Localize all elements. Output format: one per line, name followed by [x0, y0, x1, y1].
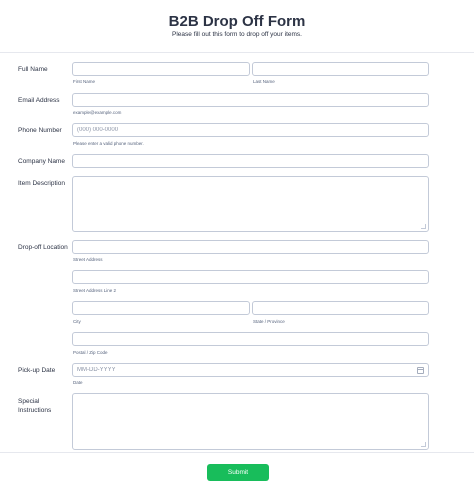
postal-code-sublabel: Postal / Zip Code — [73, 350, 108, 355]
special-instructions-label: Special Instructions — [18, 398, 52, 414]
pickup-date-label: Pick-up Date — [18, 367, 56, 374]
submit-button[interactable]: Submit — [207, 464, 269, 481]
form-subtitle: Please fill out this form to drop off yo… — [172, 31, 302, 38]
city-sublabel: City — [73, 319, 81, 324]
company-input[interactable] — [73, 155, 428, 167]
state-input[interactable] — [253, 302, 428, 314]
state-field[interactable] — [252, 301, 429, 315]
last-name-sublabel: Last Name — [253, 79, 275, 84]
dropoff-location-label: Drop-off Location — [18, 244, 68, 251]
email-sublabel: example@example.com — [73, 110, 122, 115]
item-description-label: Item Description — [18, 180, 65, 187]
phone-sublabel: Please enter a valid phone number. — [73, 141, 144, 146]
street-address-input[interactable] — [73, 241, 428, 253]
resize-handle-icon[interactable] — [421, 442, 426, 447]
street-address-field[interactable] — [72, 240, 429, 254]
resize-handle-icon[interactable] — [421, 224, 426, 229]
first-name-sublabel: First Name — [73, 79, 96, 84]
form-header: B2B Drop Off Form Please fill out this f… — [0, 0, 474, 53]
last-name-field[interactable] — [252, 62, 429, 76]
email-field[interactable] — [72, 93, 429, 107]
email-label: Email Address — [18, 97, 60, 104]
full-name-label: Full Name — [18, 66, 48, 73]
first-name-field[interactable] — [72, 62, 250, 76]
postal-code-input[interactable] — [73, 333, 428, 345]
postal-code-field[interactable] — [72, 332, 429, 346]
form-title: B2B Drop Off Form — [168, 13, 306, 30]
phone-field[interactable] — [72, 123, 429, 137]
phone-label: Phone Number — [18, 127, 62, 134]
street-address-2-field[interactable] — [72, 270, 429, 284]
company-field[interactable] — [72, 154, 429, 168]
city-input[interactable] — [73, 302, 249, 314]
email-input[interactable] — [73, 94, 428, 106]
first-name-input[interactable] — [73, 63, 249, 75]
phone-input[interactable] — [73, 124, 428, 136]
company-label: Company Name — [18, 158, 65, 165]
special-instructions-textarea[interactable] — [72, 393, 429, 450]
street-address-2-input[interactable] — [73, 271, 428, 283]
form-page: B2B Drop Off Form Please fill out this f… — [0, 0, 474, 495]
street-address-2-sublabel: Street Address Line 2 — [73, 288, 117, 293]
pickup-date-field[interactable] — [72, 363, 429, 377]
item-description-textarea[interactable] — [72, 176, 429, 232]
street-address-sublabel: Street Address — [73, 257, 103, 262]
state-sublabel: State / Province — [253, 319, 285, 324]
form-footer: Submit — [0, 452, 474, 495]
city-field[interactable] — [72, 301, 250, 315]
calendar-icon[interactable] — [417, 367, 424, 374]
pickup-date-sublabel: Date — [73, 380, 83, 385]
pickup-date-input[interactable] — [73, 364, 428, 376]
last-name-input[interactable] — [253, 63, 428, 75]
